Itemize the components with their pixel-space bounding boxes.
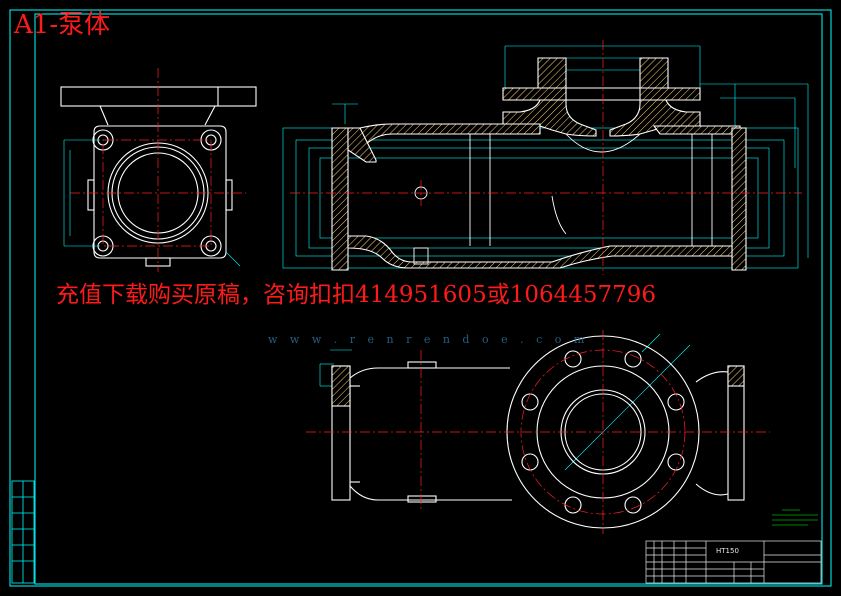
technical-notes <box>772 509 818 526</box>
end-view-dimensions <box>63 139 241 267</box>
watermark-ad-text: 充值下载购买原稿，咨询扣扣414951605或1064457796 <box>56 282 657 308</box>
watermark-url: w w w . r e n r e n d o e . c o m <box>268 333 589 346</box>
top-view-centerlines <box>306 330 770 534</box>
revision-block <box>11 480 35 584</box>
drawing-title: A1-泵体 <box>14 10 111 40</box>
end-view <box>60 86 257 267</box>
top-view-dimensions <box>319 333 743 471</box>
material-label: HT150 <box>716 547 739 555</box>
top-view <box>331 335 745 529</box>
